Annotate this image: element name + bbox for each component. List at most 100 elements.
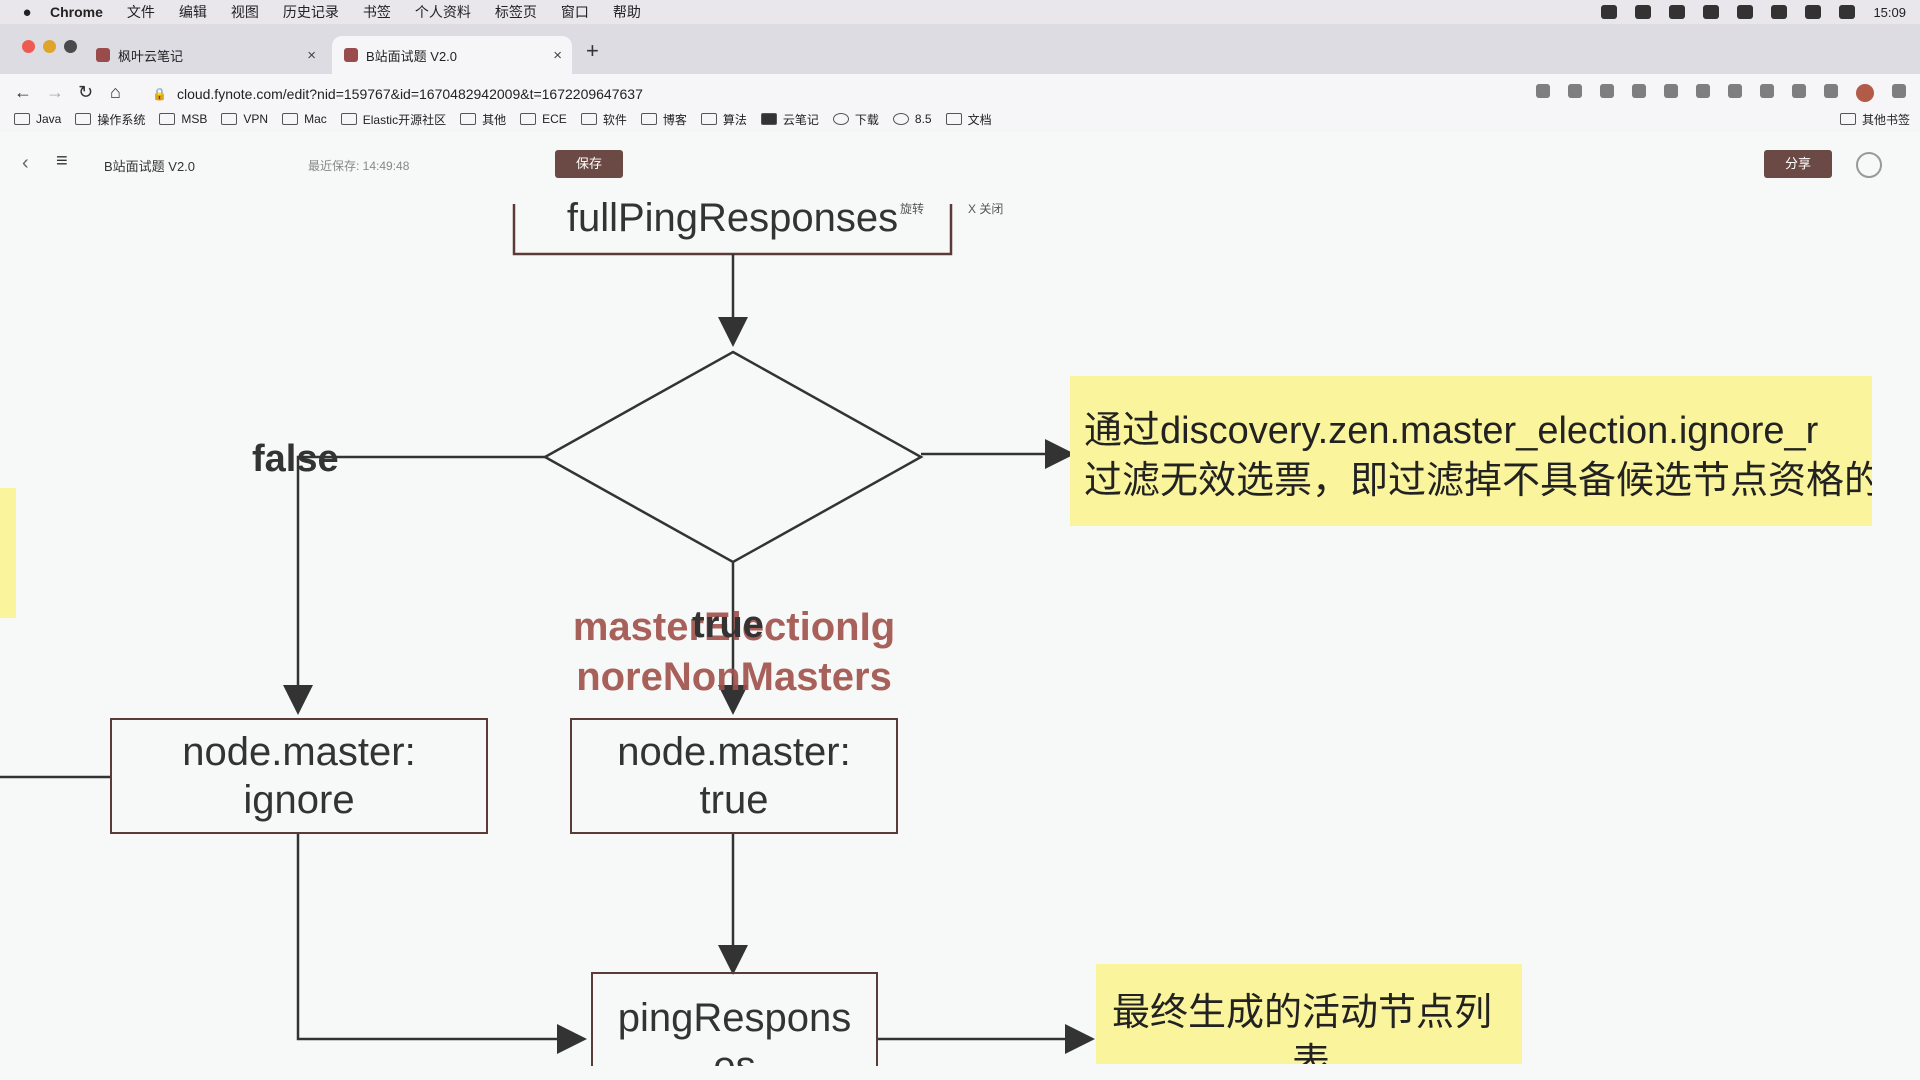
menu-bookmarks[interactable]: 书签 [363,2,391,22]
back-arrow-icon[interactable]: ← [14,82,32,103]
folder-icon [945,113,962,125]
battery-icon[interactable] [1737,5,1754,19]
bookmark-item[interactable]: 算法 [700,111,747,128]
tray-icon[interactable] [1601,5,1618,19]
sidebar-icon[interactable] [1824,84,1838,98]
node-master-ignore[interactable]: node.master: ignore [110,718,488,834]
wifi-icon[interactable] [1805,5,1822,19]
save-button[interactable]: 保存 [555,150,623,178]
reload-icon[interactable]: ↻ [78,82,93,103]
tab-fynote[interactable]: 枫叶云笔记 × [96,36,326,74]
toolbar-icons [1536,84,1906,102]
download-icon [832,113,849,125]
bookmark-item[interactable]: Java [14,112,61,126]
extension-icon[interactable] [1600,84,1614,98]
menu-view[interactable]: 视图 [231,2,259,22]
extension-icon[interactable] [1760,84,1774,98]
tray-icon[interactable] [1703,5,1720,19]
wechat-icon[interactable] [1635,5,1652,19]
menu-file[interactable]: 文件 [127,2,155,22]
mindmap-canvas[interactable]: 旋转 X 关闭 fullPingResponses masterElection… [0,194,1920,1080]
share-page-icon[interactable] [1536,84,1550,98]
folder-icon [700,113,717,125]
user-avatar[interactable] [1856,152,1882,178]
close-tab-icon[interactable]: × [307,47,316,64]
menu-edit[interactable]: 编辑 [179,2,207,22]
menu-help[interactable]: 帮助 [613,2,641,22]
tab-bilibili-interview[interactable]: B站面试题 V2.0 × [332,36,572,74]
url-text: cloud.fynote.com/edit?nid=159767&id=1670… [176,86,643,102]
bookmark-item[interactable]: VPN [221,112,268,126]
control-center-icon[interactable] [1839,5,1856,19]
decision-diamond[interactable] [542,350,924,564]
node-line: es [713,1044,756,1066]
top-node[interactable]: fullPingResponses [514,180,951,250]
close-window-icon[interactable] [22,40,35,53]
node-line: node.master: [182,730,416,774]
bluetooth-icon[interactable] [1771,5,1788,19]
share-button[interactable]: 分享 [1764,150,1832,178]
bookmark-item[interactable]: Mac [282,112,327,126]
profile-avatar[interactable] [1856,84,1874,102]
folder-icon [14,113,30,125]
menu-hamburger-icon[interactable]: ≡ [56,150,68,173]
bookmark-item[interactable]: 其他 [460,111,506,128]
zoom-window-icon[interactable] [64,40,77,53]
document-title[interactable]: B站面试题 V2.0 [104,156,195,175]
fynote-icon [760,113,777,125]
note-edge [0,488,16,618]
puzzle-icon[interactable] [1792,84,1806,98]
folder-icon [1839,113,1856,125]
bookmark-item[interactable]: 博客 [640,111,687,128]
menu-window[interactable]: 窗口 [561,2,589,22]
tab-title: B站面试题 V2.0 [366,48,458,64]
folder-icon [640,113,657,125]
menu-history[interactable]: 历史记录 [283,2,339,22]
extension-icon[interactable] [1728,84,1742,98]
lock-icon[interactable]: 🔒 [152,87,167,101]
bookmark-star-icon[interactable] [1568,84,1582,98]
apple-icon[interactable]: ● [14,4,40,21]
back-chevron-icon[interactable]: ‹ [22,152,29,175]
bookmark-item[interactable]: 8.5 [892,112,932,126]
ping-node-box: pingRespons es [591,972,878,1066]
menu-profile[interactable]: 个人资料 [415,2,471,22]
folder-icon [340,113,357,125]
bookmark-item[interactable]: 云笔记 [760,111,819,128]
fynote-favicon-icon [344,48,358,62]
home-icon[interactable]: ⌂ [110,82,121,103]
bookmark-item[interactable]: 下载 [832,111,879,128]
minimize-window-icon[interactable] [43,40,56,53]
false-branch-label: false [252,438,339,480]
bookmark-item[interactable]: Elastic开源社区 [340,111,446,128]
status-tray: 15:09 [1601,0,1906,24]
extension-icon[interactable] [1632,84,1646,98]
forward-arrow-icon[interactable]: → [46,82,64,103]
bookmark-item[interactable]: MSB [159,112,207,126]
other-bookmarks[interactable]: 其他书签 [1839,111,1910,128]
extension-icon[interactable] [1696,84,1710,98]
menu-clock[interactable]: 15:09 [1873,5,1906,20]
menu-bar: ● Chrome 文件 编辑 视图 历史记录 书签 个人资料 标签页 窗口 帮助… [0,0,1920,24]
kebab-menu-icon[interactable] [1892,84,1906,98]
tab-strip: 枫叶云笔记 × B站面试题 V2.0 × + [0,24,1920,74]
menu-chrome[interactable]: Chrome [50,4,103,20]
address-bar[interactable]: 🔒 cloud.fynote.com/edit?nid=159767&id=16… [152,80,1502,108]
connector-arrow [283,455,545,715]
bookmark-item[interactable]: 文档 [945,111,992,128]
tray-icon[interactable] [1669,5,1686,19]
editor-header: ‹ ≡ B站面试题 V2.0 最近保存: 14:49:48 保存 分享 [0,132,1920,194]
window-controls [22,40,77,53]
close-tab-icon[interactable]: × [553,47,562,64]
bookmark-item[interactable]: 软件 [580,111,627,128]
bookmark-item[interactable]: 操作系统 [75,111,145,128]
flow-connectors [0,204,1095,1054]
bookmark-item[interactable]: ECE [520,112,567,126]
ping-responses-node[interactable]: pingRespons es [591,972,878,1066]
new-tab-button[interactable]: + [586,38,599,64]
note-master-election[interactable]: 通过discovery.zen.master_election.ignore_r… [1070,376,1872,526]
note-active-nodes[interactable]: 最终生成的活动节点列 表 [1096,964,1522,1064]
node-master-true[interactable]: node.master: true [570,718,898,834]
menu-tabs[interactable]: 标签页 [495,2,537,22]
extension-icon[interactable] [1664,84,1678,98]
